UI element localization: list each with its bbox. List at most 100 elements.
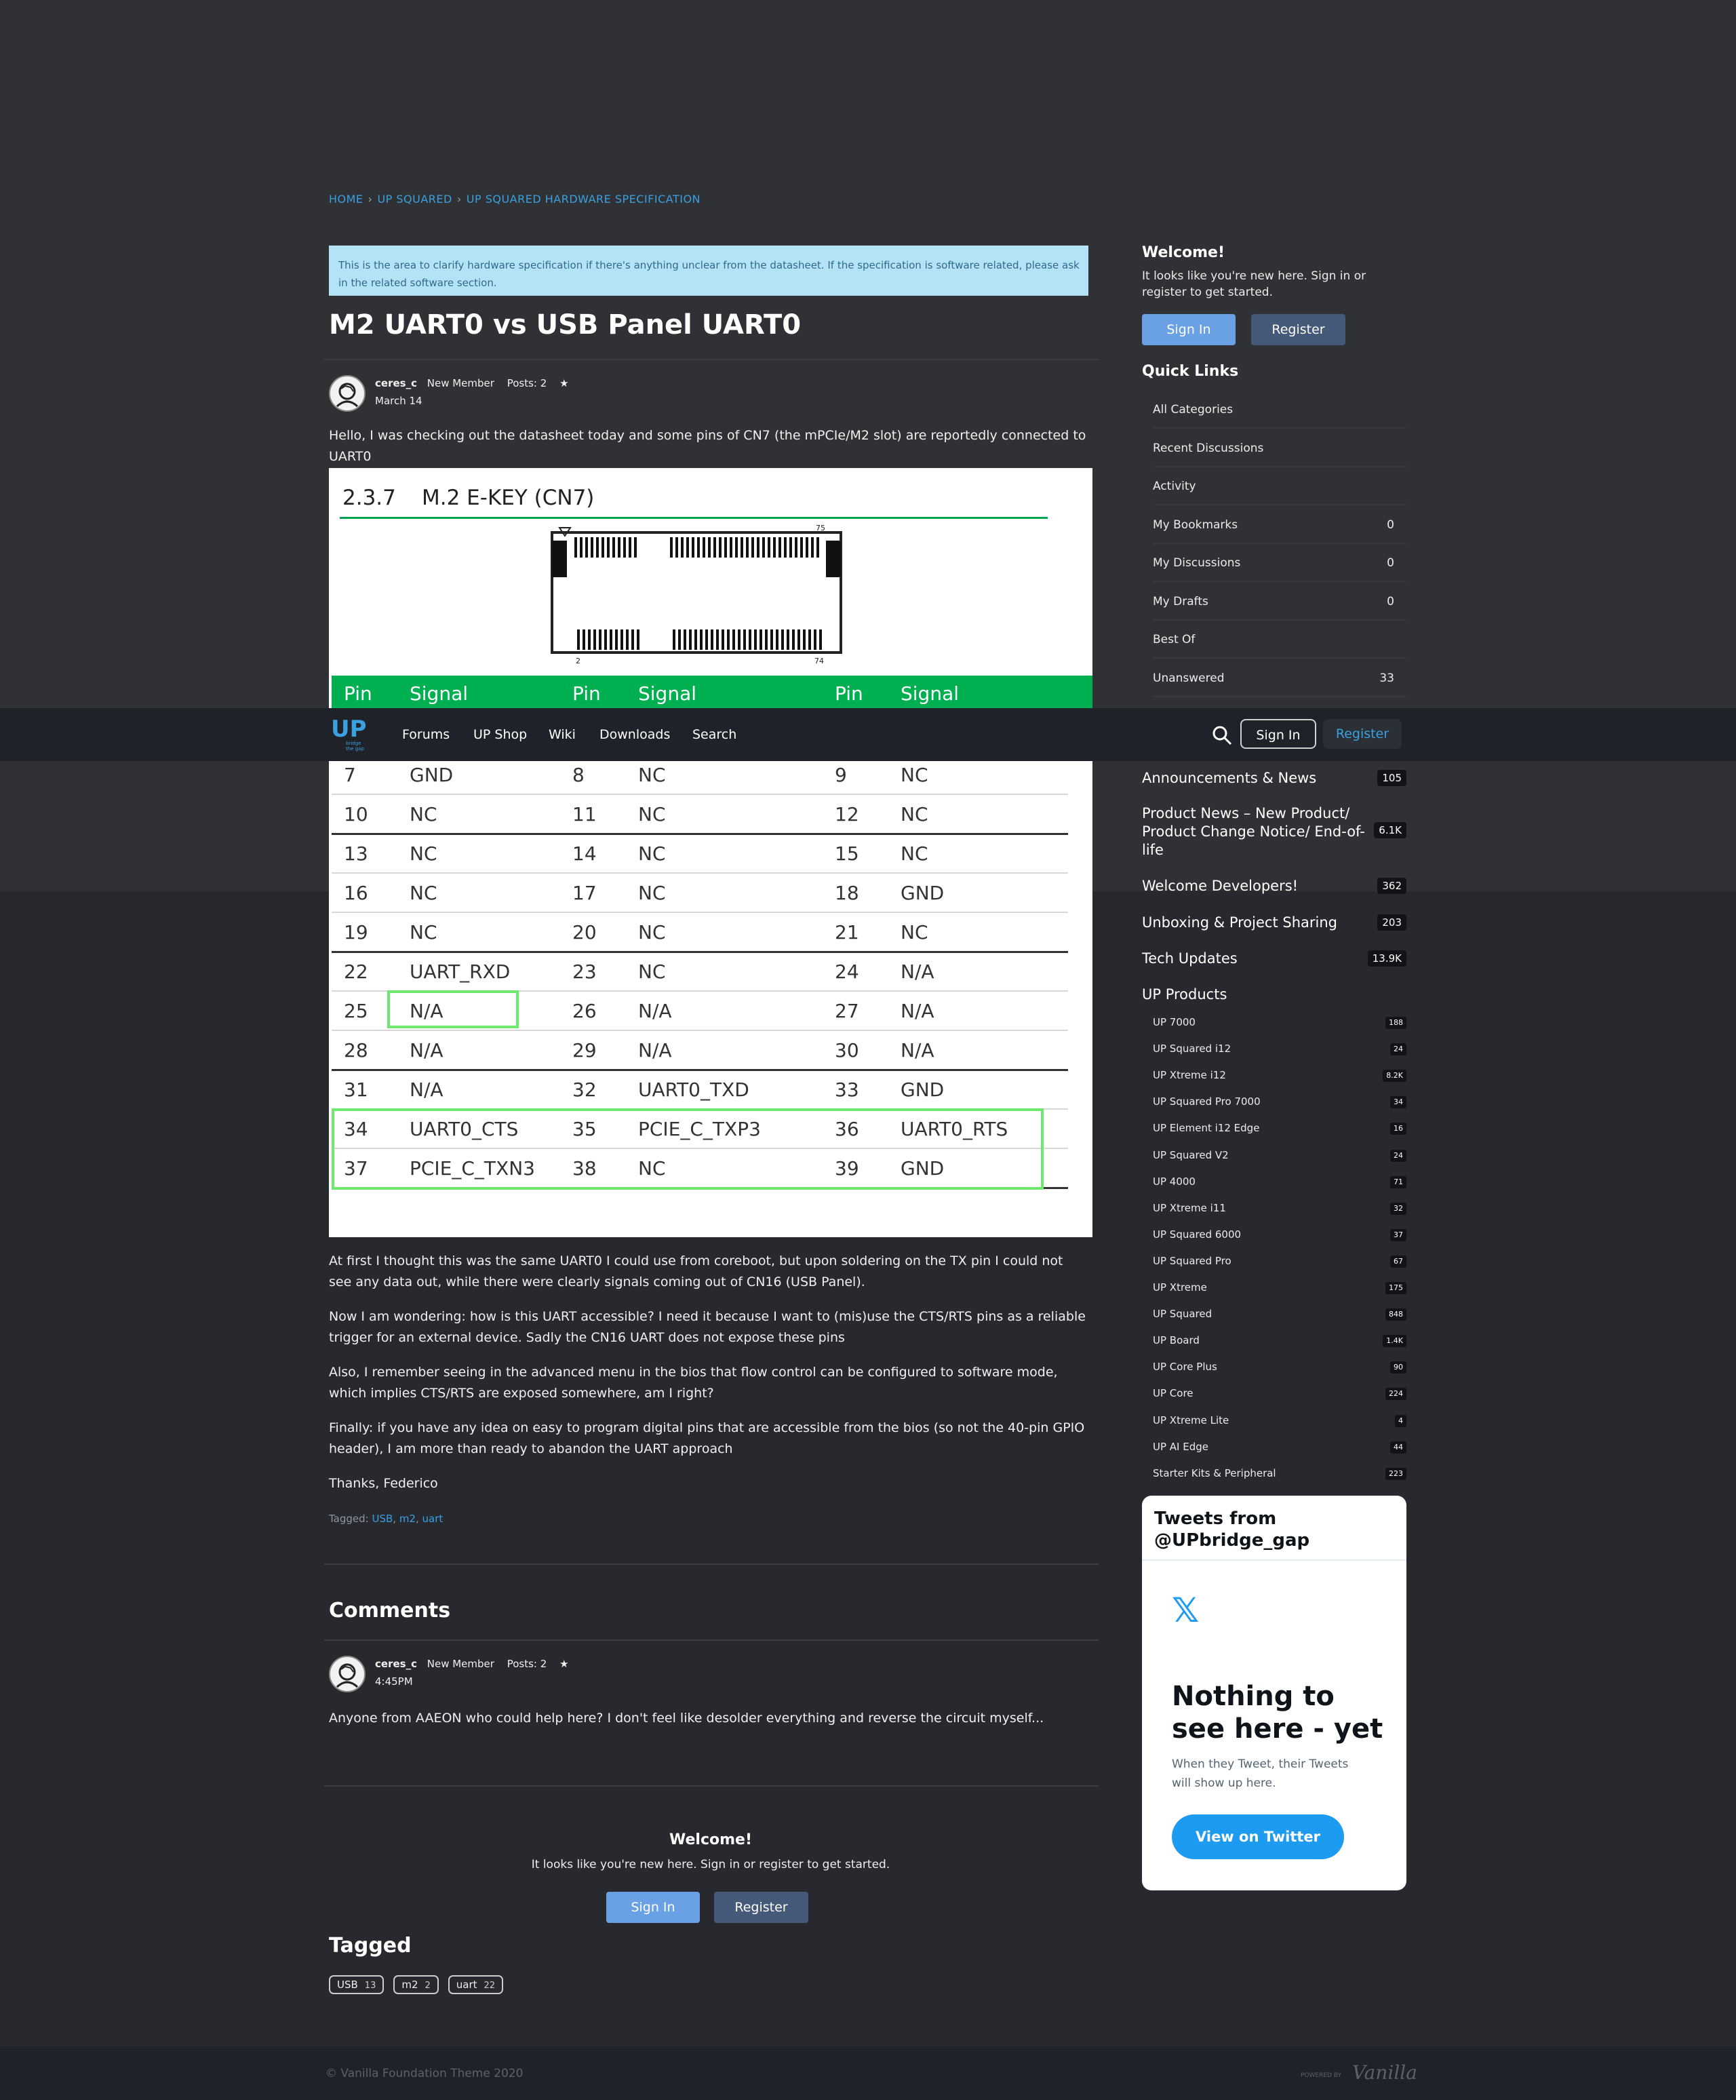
svg-text:2: 2 <box>576 657 580 665</box>
avatar[interactable] <box>329 1656 366 1692</box>
tag-usb[interactable]: USB 13 <box>329 1975 384 1994</box>
view-on-twitter-button[interactable]: View on Twitter <box>1172 1814 1344 1859</box>
pin-number: 17 <box>572 882 597 904</box>
search-icon[interactable] <box>1211 724 1233 746</box>
sidebar-register-button[interactable]: Register <box>1251 314 1345 345</box>
pin-number: 29 <box>572 1039 597 1062</box>
vanilla-logo[interactable]: Vanilla <box>1352 2061 1417 2084</box>
nav-up-shop[interactable]: UP Shop <box>473 727 527 742</box>
breadcrumb-hw-spec[interactable]: UP SQUARED HARDWARE SPECIFICATION <box>467 193 701 206</box>
category-link[interactable]: Unboxing & Project Sharing <box>1142 914 1366 932</box>
product-category-link[interactable]: UP Squared i12 <box>1153 1043 1231 1055</box>
product-category-link[interactable]: UP Squared 6000 <box>1153 1228 1241 1241</box>
pin-number: 26 <box>572 1000 597 1022</box>
product-category-link[interactable]: UP Element i12 Edge <box>1153 1122 1259 1134</box>
post-tags: Tagged: USB, m2, uart <box>329 1513 443 1525</box>
product-category-count: 71 <box>1390 1175 1406 1188</box>
quick-link-item[interactable]: Activity <box>1153 466 1406 505</box>
sidebar-welcome: Welcome! It looks like you're new here. … <box>1142 244 1406 300</box>
product-category-count: 24 <box>1390 1149 1406 1162</box>
post-body: At first I thought this was the same UAR… <box>329 1251 1088 1508</box>
nav-signin-button[interactable]: Sign In <box>1240 719 1316 749</box>
category-link[interactable]: Tech Updates <box>1142 950 1366 968</box>
product-category-link[interactable]: UP AI Edge <box>1153 1441 1208 1453</box>
product-category-link[interactable]: UP Core Plus <box>1153 1361 1217 1373</box>
bottom-signin-button[interactable]: Sign In <box>606 1892 700 1923</box>
category-link[interactable]: Welcome Developers! <box>1142 877 1366 895</box>
pin-signal: NC <box>410 842 437 865</box>
product-category-count: 32 <box>1390 1202 1406 1215</box>
pin-number: 24 <box>835 960 859 983</box>
table-row: 19 NC 20 NC 21 NC <box>332 913 1068 953</box>
quick-link-item[interactable]: Unanswered 33 <box>1153 658 1406 697</box>
up-logo[interactable]: UP bridge the gap <box>331 718 368 752</box>
tag-m2[interactable]: m2 2 <box>393 1975 439 1994</box>
quick-link-item[interactable]: All Categories <box>1153 389 1406 429</box>
nav-forums[interactable]: Forums <box>402 727 450 742</box>
nav-downloads[interactable]: Downloads <box>599 727 670 742</box>
comment-author[interactable]: ceres_c <box>375 1658 417 1670</box>
pin-number: 28 <box>344 1039 368 1062</box>
post-intro: Hello, I was checking out the datasheet … <box>329 428 1086 464</box>
pin-number: 32 <box>572 1078 597 1101</box>
comment-posts: Posts: 2 <box>507 1658 547 1670</box>
product-category-link[interactable]: UP Xtreme Lite <box>1153 1414 1229 1426</box>
quick-link-item[interactable]: Recent Discussions <box>1153 428 1406 467</box>
product-category-link[interactable]: Starter Kits & Peripheral <box>1153 1467 1276 1479</box>
pin-signal: NC <box>901 764 928 786</box>
post-paragraph: Also, I remember seeing in the advanced … <box>329 1365 1058 1401</box>
table-header: Pin Signal Pin Signal Pin Signal <box>332 676 1092 709</box>
breadcrumb-up-squared[interactable]: UP SQUARED <box>377 193 452 206</box>
product-category-link[interactable]: UP Core <box>1153 1387 1194 1399</box>
comment-role: New Member <box>427 1658 494 1670</box>
product-category-link[interactable]: UP Xtreme i11 <box>1153 1202 1226 1214</box>
twitter-empty-text: When they Tweet, their Tweets will show … <box>1172 1757 1349 1790</box>
product-category-link[interactable]: UP 4000 <box>1153 1175 1196 1188</box>
sidebar-signin-button[interactable]: Sign In <box>1142 314 1236 345</box>
product-category-link[interactable]: UP Xtreme <box>1153 1281 1207 1294</box>
nav-search[interactable]: Search <box>692 727 736 742</box>
pin-number: 16 <box>344 882 368 904</box>
quick-link-item[interactable]: My Drafts 0 <box>1153 581 1406 621</box>
product-category-link[interactable]: UP 7000 <box>1153 1016 1196 1028</box>
category-link[interactable]: UP Products <box>1142 986 1366 1004</box>
product-category-link[interactable]: UP Squared V2 <box>1153 1149 1229 1161</box>
avatar[interactable] <box>329 375 366 412</box>
twitter-title: Tweets from @UPbridge_gap <box>1154 1509 1310 1551</box>
product-category-link[interactable]: UP Xtreme i12 <box>1153 1069 1226 1081</box>
author-name[interactable]: ceres_c <box>375 377 417 389</box>
bottom-register-button[interactable]: Register <box>714 1892 808 1923</box>
product-category-link[interactable]: UP Board <box>1153 1334 1200 1346</box>
product-category-count: 224 <box>1385 1388 1406 1401</box>
breadcrumb: HOME › UP SQUARED › UP SQUARED HARDWARE SPEC… <box>329 193 701 206</box>
pin-number: 9 <box>835 764 847 786</box>
quick-link-item[interactable]: Best Of <box>1153 619 1406 659</box>
star-icon: ★ <box>559 377 569 389</box>
tag-link-usb[interactable]: USB <box>372 1513 393 1525</box>
figure-section-title: M.2 E-KEY (CN7) <box>422 486 595 510</box>
quick-link-item[interactable]: My Bookmarks 0 <box>1153 505 1406 544</box>
product-category-link[interactable]: UP Squared Pro <box>1153 1255 1231 1267</box>
product-category-link[interactable]: UP Squared <box>1153 1308 1212 1320</box>
tag-uart[interactable]: uart 22 <box>448 1975 504 1994</box>
nav-register-button[interactable]: Register <box>1323 719 1402 749</box>
comment-meta: ceres_c New Member Posts: 2 ★ <box>375 1658 569 1670</box>
pin-number: 15 <box>835 842 859 865</box>
pin-number: 18 <box>835 882 859 904</box>
tag-link-uart[interactable]: uart <box>422 1513 443 1525</box>
pin-signal: NC <box>901 842 928 865</box>
tag-link-m2[interactable]: m2 <box>399 1513 416 1525</box>
nav-wiki[interactable]: Wiki <box>549 727 576 742</box>
breadcrumb-home[interactable]: HOME <box>329 193 363 206</box>
quick-link-item[interactable]: My Discussions 0 <box>1153 543 1406 582</box>
pin-signal: N/A <box>901 960 934 983</box>
product-category-link[interactable]: UP Squared Pro 7000 <box>1153 1095 1261 1108</box>
comment-time[interactable]: 4:45PM <box>375 1675 413 1688</box>
category-link[interactable]: Announcements & News <box>1142 769 1366 788</box>
figure-section-number: 2.3.7 <box>342 486 396 510</box>
twitter-widget: Tweets from @UPbridge_gap 𝕏 Nothing to s… <box>1142 1496 1406 1890</box>
post-date[interactable]: March 14 <box>375 395 422 407</box>
post-paragraph: At first I thought this was the same UAR… <box>329 1253 1063 1289</box>
category-link[interactable]: Product News – New Product/ Product Chan… <box>1142 804 1366 859</box>
footer-powered-label: POWERED BY <box>1301 2072 1342 2079</box>
